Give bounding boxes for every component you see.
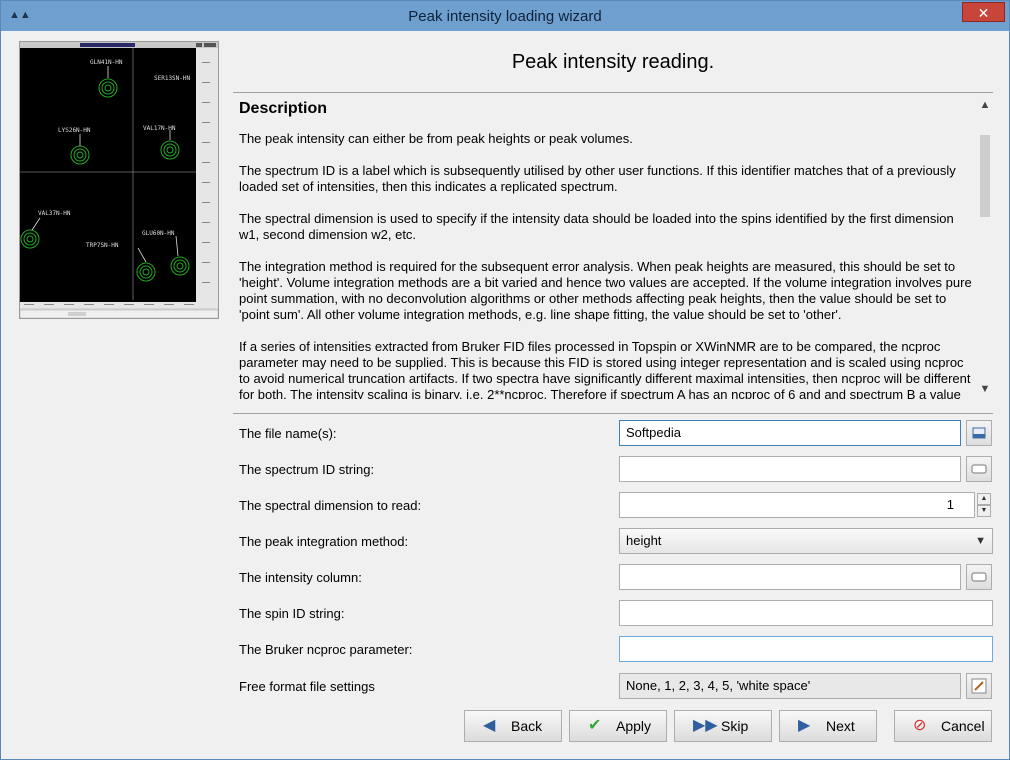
description-scrollbar[interactable]: ▲ ▼ [977,95,993,399]
text-field-icon [971,464,987,474]
next-button[interactable]: ▶ Next [779,710,877,742]
free-format-value: None, 1, 2, 3, 4, 5, 'white space' [619,673,961,699]
spectral-dimension-label: The spectral dimension to read: [239,498,422,513]
description-paragraph: If a series of intensities extracted fro… [239,339,971,399]
free-format-label: Free format file settings [239,679,375,694]
description-content: Description The peak intensity can eithe… [239,100,977,400]
description-divider [233,413,993,414]
cancel-icon: ⊘ [913,717,927,734]
description-panel[interactable]: Description The peak intensity can eithe… [233,95,993,399]
back-button[interactable]: ◀ Back [464,710,562,742]
skip-forward-icon: ▶▶ [693,717,718,734]
checkmark-icon: ✔ [588,717,602,734]
window-title: Peak intensity loading wizard [408,8,602,25]
file-open-button[interactable] [966,420,992,446]
peak-label-trp7s: TRP7SN-HN [86,242,119,249]
wizard-window: ▲ ▲ Peak intensity loading wizard ✕ GLN41… [0,0,1010,760]
cancel-button[interactable]: ⊘ Cancel [894,710,992,742]
scroll-down-icon[interactable]: ▼ [977,383,993,395]
chevron-down-icon: ▼ [975,535,986,547]
description-paragraph: The peak intensity can either be from pe… [239,131,633,146]
ncproc-label: The Bruker ncproc parameter: [239,642,413,657]
open-file-icon [972,427,986,439]
description-paragraph: The spectrum ID is a label which is subs… [239,163,956,194]
skip-button[interactable]: ▶▶ Skip [674,710,772,742]
intensity-column-input[interactable] [619,564,961,590]
description-paragraph: The spectral dimension is used to specif… [239,211,954,242]
scroll-thumb[interactable] [980,135,990,217]
page-heading: Peak intensity reading. [511,51,715,73]
title-bar: ▲▲ Peak intensity loading wizard ✕ [1,1,1009,31]
peak-label-ser13: SER13SN-HN [154,75,191,82]
spin-id-input[interactable] [619,600,993,626]
peak-label-val17: VAL17N-HN [143,125,176,132]
peak-label-glu60: GLU60N-HN [142,230,175,237]
intensity-column-label: The intensity column: [239,570,362,585]
intensity-column-select-button[interactable] [966,564,992,590]
file-name-input[interactable]: Softpedia [619,420,961,446]
spectrum-id-label: The spectrum ID string: [239,462,375,477]
spectrum-id-input[interactable] [619,456,961,482]
heading-divider [233,92,993,93]
scroll-up-icon[interactable]: ▲ [977,99,993,111]
apply-button[interactable]: ✔ Apply [569,710,667,742]
integration-method-label: The peak integration method: [239,534,409,549]
integration-method-value: height [626,533,662,548]
integration-method-select[interactable]: height ▼ [619,528,993,554]
free-format-edit-button[interactable] [966,673,992,699]
close-button[interactable]: ✕ [962,2,1005,22]
spectrum-graphic: GLN41N-HN SER13SN-HN LYS26N-HN VAL17N-HN… [19,41,219,319]
spectral-dimension-spinbox[interactable]: 1 [619,492,975,518]
ncproc-input[interactable] [619,636,993,662]
spin-down-icon[interactable]: ▼ [977,505,991,517]
spectrum-image: GLN41N-HN SER13SN-HN LYS26N-HN VAL17N-HN… [19,42,219,319]
back-arrow-icon: ◀ [483,717,496,734]
spin-id-label: The spin ID string: [239,606,345,621]
next-arrow-icon: ▶ [798,717,811,734]
pencil-icon [971,678,987,694]
text-field-icon [971,572,987,582]
peak-label-lys26: LYS26N-HN [58,127,91,134]
description-paragraph: The integration method is required for t… [239,259,972,322]
peak-label-gln41: GLN41N-HN [90,59,123,66]
spectrum-id-select-button[interactable] [966,456,992,482]
peak-label-val37: VAL37N-HN [38,210,71,217]
file-name-label: The file name(s): [239,426,337,441]
description-title: Description [239,100,328,117]
spin-up-icon[interactable]: ▲ [977,493,991,505]
